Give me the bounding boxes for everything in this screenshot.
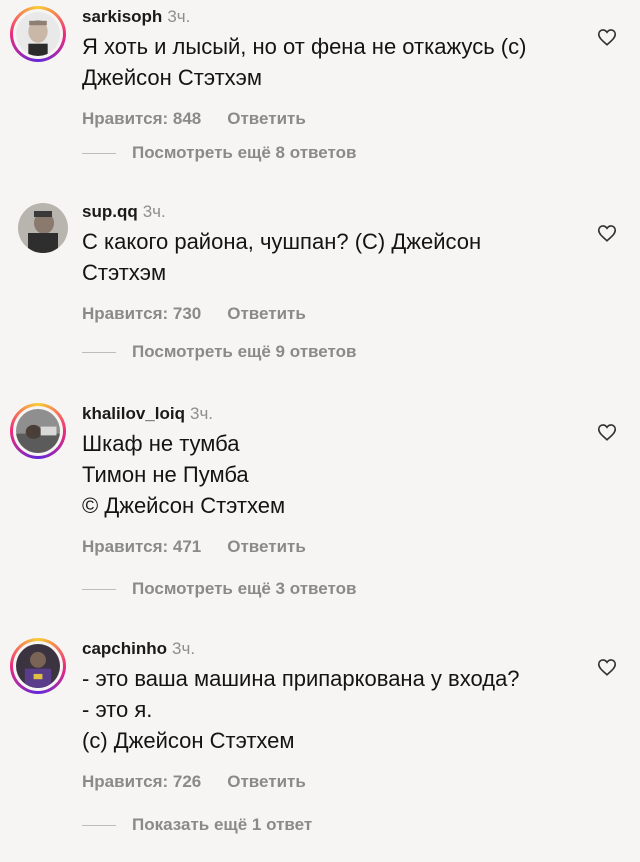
comment-time: 3ч. [167, 7, 191, 26]
avatar-image [16, 12, 60, 56]
view-replies-button[interactable]: Посмотреть ещё 3 ответов [82, 579, 356, 599]
comment-text: Шкаф не тумба Тимон не Пумба © Джейсон С… [82, 428, 570, 521]
replies-divider [82, 351, 116, 353]
view-replies-button[interactable]: Посмотреть ещё 8 ответов [82, 143, 356, 163]
avatar-image [16, 409, 60, 453]
comment-line: Джейсон Стэтхэм [82, 65, 263, 90]
likes-count[interactable]: Нравится: 730 [82, 304, 201, 324]
avatar[interactable] [18, 203, 68, 253]
likes-count[interactable]: Нравится: 471 [82, 537, 201, 557]
likes-count[interactable]: Нравится: 848 [82, 109, 201, 129]
comment-line: Я хоть и лысый, но от фена не откажусь (… [82, 34, 527, 59]
heart-outline-icon[interactable] [596, 222, 618, 244]
reply-button[interactable]: Ответить [227, 109, 306, 129]
comment-line: © Джейсон Стэтхем [82, 493, 286, 518]
comment-username[interactable]: sup.qq [82, 202, 138, 221]
heart-outline-icon[interactable] [596, 26, 618, 48]
view-replies-button[interactable]: Посмотреть ещё 9 ответов [82, 342, 356, 362]
comment-line: Стэтхэм [82, 260, 167, 285]
comment-line: Тимон не Пумба [82, 462, 249, 487]
comment-text: С какого района, чушпан? (С) Джейсон Стэ… [82, 226, 570, 288]
heart-outline-icon[interactable] [596, 421, 618, 443]
view-replies-button[interactable]: Показать ещё 1 ответ [82, 815, 312, 835]
comment-username[interactable]: capchinho [82, 639, 167, 658]
comment-line: С какого района, чушпан? (С) Джейсон [82, 229, 482, 254]
replies-divider [82, 824, 116, 826]
comment-line: (с) Джейсон Стэтхем [82, 728, 295, 753]
replies-divider [82, 588, 116, 590]
reply-button[interactable]: Ответить [227, 772, 306, 792]
comment-username[interactable]: sarkisoph [82, 7, 162, 26]
avatar-image [18, 203, 68, 253]
comment-time: 3ч. [142, 202, 166, 221]
reply-button[interactable]: Ответить [227, 537, 306, 557]
avatar-image [16, 644, 60, 688]
view-replies-label: Показать ещё 1 ответ [132, 815, 313, 834]
likes-count[interactable]: Нравится: 726 [82, 772, 201, 792]
comment-text: - это ваша машина припаркована у входа? … [82, 663, 570, 756]
comment-username[interactable]: khalilov_loiq [82, 404, 185, 423]
comment-line: - это я. [82, 697, 153, 722]
comment-line: - это ваша машина припаркована у входа? [82, 666, 520, 691]
comment-time: 3ч. [189, 404, 214, 423]
view-replies-label: Посмотреть ещё 9 ответов [132, 342, 357, 361]
replies-divider [82, 152, 116, 154]
view-replies-label: Посмотреть ещё 3 ответов [132, 579, 357, 598]
avatar[interactable] [10, 6, 66, 62]
reply-button[interactable]: Ответить [227, 304, 306, 324]
heart-outline-icon[interactable] [596, 656, 618, 678]
avatar[interactable] [10, 403, 66, 459]
view-replies-label: Посмотреть ещё 8 ответов [132, 143, 357, 162]
comment-time: 3ч. [172, 639, 196, 658]
comment-text: Я хоть и лысый, но от фена не откажусь (… [82, 31, 570, 93]
avatar[interactable] [10, 638, 66, 694]
comment-line: Шкаф не тумба [82, 431, 240, 456]
